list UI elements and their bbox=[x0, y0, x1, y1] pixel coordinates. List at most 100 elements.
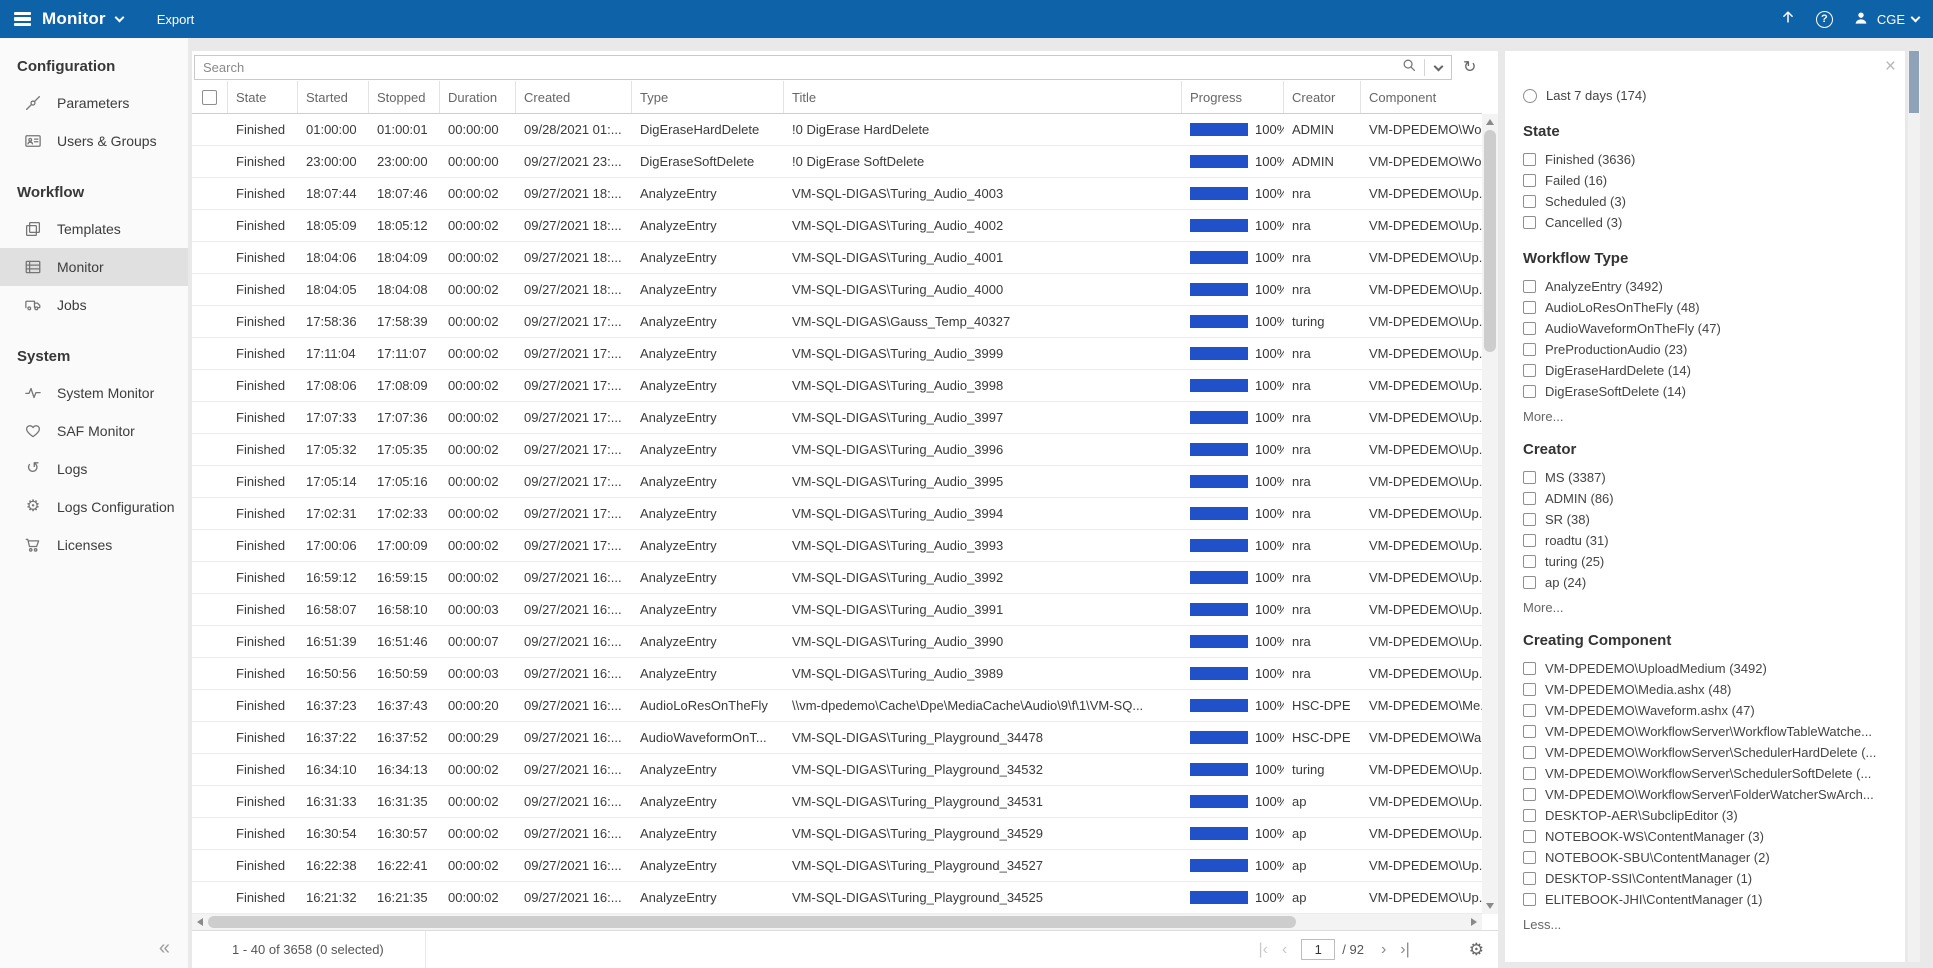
table-row[interactable]: Finished 16:37:22 16:37:52 00:00:29 09/2… bbox=[192, 722, 1482, 754]
table-row[interactable]: Finished 16:59:12 16:59:15 00:00:02 09/2… bbox=[192, 562, 1482, 594]
table-row[interactable]: Finished 16:58:07 16:58:10 00:00:03 09/2… bbox=[192, 594, 1482, 626]
filter-option[interactable]: DESKTOP-SSI\ContentManager (1) bbox=[1523, 868, 1891, 889]
table-row[interactable]: Finished 18:05:09 18:05:12 00:00:02 09/2… bbox=[192, 210, 1482, 242]
checkbox-icon[interactable] bbox=[1523, 492, 1536, 505]
column-header-type[interactable]: Type bbox=[632, 81, 784, 113]
horizontal-scrollbar[interactable] bbox=[192, 914, 1482, 930]
horizontal-scrollbar-thumb[interactable] bbox=[208, 916, 1296, 928]
next-page-button[interactable]: › bbox=[1381, 942, 1386, 958]
scroll-left-arrow-icon[interactable] bbox=[197, 918, 203, 926]
scroll-up-arrow-icon[interactable] bbox=[1486, 119, 1494, 125]
scroll-down-arrow-icon[interactable] bbox=[1486, 903, 1494, 909]
filter-option[interactable]: VM-DPEDEMO\Media.ashx (48) bbox=[1523, 679, 1891, 700]
sidebar-item-logs[interactable]: ↺ Logs bbox=[0, 450, 188, 488]
scroll-right-arrow-icon[interactable] bbox=[1471, 918, 1477, 926]
refresh-icon[interactable]: ↻ bbox=[1463, 60, 1476, 76]
column-header-component[interactable]: Component bbox=[1361, 81, 1482, 113]
sidebar-item-templates[interactable]: Templates bbox=[0, 210, 188, 248]
column-header-duration[interactable]: Duration bbox=[440, 81, 516, 113]
vertical-scrollbar-thumb[interactable] bbox=[1484, 130, 1496, 352]
select-all-checkbox[interactable] bbox=[202, 90, 217, 105]
filter-more-link[interactable]: More... bbox=[1523, 600, 1891, 615]
filter-option[interactable]: PreProductionAudio (23) bbox=[1523, 339, 1891, 360]
checkbox-icon[interactable] bbox=[1523, 767, 1536, 780]
filter-option[interactable]: DigEraseHardDelete (14) bbox=[1523, 360, 1891, 381]
checkbox-icon[interactable] bbox=[1523, 153, 1536, 166]
filter-panel-scrollbar[interactable] bbox=[1908, 51, 1920, 962]
column-header-state[interactable]: State bbox=[228, 81, 298, 113]
radio-icon[interactable] bbox=[1523, 89, 1537, 103]
filter-option[interactable]: ADMIN (86) bbox=[1523, 488, 1891, 509]
search-options-chevron-icon[interactable] bbox=[1434, 61, 1444, 71]
checkbox-icon[interactable] bbox=[1523, 471, 1536, 484]
filter-less-link[interactable]: Less... bbox=[1523, 917, 1891, 932]
sidebar-item-saf-monitor[interactable]: SAF Monitor bbox=[0, 412, 188, 450]
table-row[interactable]: Finished 16:50:56 16:50:59 00:00:03 09/2… bbox=[192, 658, 1482, 690]
checkbox-icon[interactable] bbox=[1523, 683, 1536, 696]
sidebar-item-monitor[interactable]: Monitor bbox=[0, 248, 188, 286]
checkbox-icon[interactable] bbox=[1523, 851, 1536, 864]
checkbox-icon[interactable] bbox=[1523, 576, 1536, 589]
filter-option[interactable]: ELITEBOOK-JHI\ContentManager (1) bbox=[1523, 889, 1891, 910]
filter-option[interactable]: AnalyzeEntry (3492) bbox=[1523, 276, 1891, 297]
column-header-progress[interactable]: Progress bbox=[1182, 81, 1284, 113]
filter-option[interactable]: ap (24) bbox=[1523, 572, 1891, 593]
table-row[interactable]: Finished 17:58:36 17:58:39 00:00:02 09/2… bbox=[192, 306, 1482, 338]
search-input[interactable] bbox=[195, 60, 1401, 75]
search-icon[interactable] bbox=[1401, 57, 1418, 79]
table-row[interactable]: Finished 16:34:10 16:34:13 00:00:02 09/2… bbox=[192, 754, 1482, 786]
filter-option[interactable]: VM-DPEDEMO\Waveform.ashx (47) bbox=[1523, 700, 1891, 721]
column-header-created[interactable]: Created bbox=[516, 81, 632, 113]
checkbox-icon[interactable] bbox=[1523, 725, 1536, 738]
sidebar-item-users-groups[interactable]: Users & Groups bbox=[0, 122, 188, 160]
close-icon[interactable]: × bbox=[1885, 57, 1896, 76]
table-row[interactable]: Finished 17:05:32 17:05:35 00:00:02 09/2… bbox=[192, 434, 1482, 466]
filter-option[interactable]: Cancelled (3) bbox=[1523, 212, 1891, 233]
filter-option[interactable]: VM-DPEDEMO\WorkflowServer\WorkflowTableW… bbox=[1523, 721, 1891, 742]
table-row[interactable]: Finished 16:21:32 16:21:35 00:00:02 09/2… bbox=[192, 882, 1482, 914]
filter-panel-scrollbar-thumb[interactable] bbox=[1909, 51, 1919, 113]
checkbox-icon[interactable] bbox=[1523, 872, 1536, 885]
checkbox-icon[interactable] bbox=[1523, 322, 1536, 335]
table-row[interactable]: Finished 01:00:00 01:00:01 00:00:00 09/2… bbox=[192, 114, 1482, 146]
checkbox-icon[interactable] bbox=[1523, 513, 1536, 526]
sidebar-item-logs-configuration[interactable]: ⚙ Logs Configuration bbox=[0, 488, 188, 526]
table-row[interactable]: Finished 18:04:06 18:04:09 00:00:02 09/2… bbox=[192, 242, 1482, 274]
app-title[interactable]: Monitor bbox=[42, 9, 106, 29]
column-header-creator[interactable]: Creator bbox=[1284, 81, 1361, 113]
filter-option[interactable]: roadtu (31) bbox=[1523, 530, 1891, 551]
table-row[interactable]: Finished 16:22:38 16:22:41 00:00:02 09/2… bbox=[192, 850, 1482, 882]
menu-export[interactable]: Export bbox=[157, 12, 195, 27]
sidebar-item-licenses[interactable]: Licenses bbox=[0, 526, 188, 564]
filter-option[interactable]: turing (25) bbox=[1523, 551, 1891, 572]
filter-option[interactable]: VM-DPEDEMO\WorkflowServer\FolderWatcherS… bbox=[1523, 784, 1891, 805]
column-header-stopped[interactable]: Stopped bbox=[369, 81, 440, 113]
table-row[interactable]: Finished 17:07:33 17:07:36 00:00:02 09/2… bbox=[192, 402, 1482, 434]
filter-option[interactable]: NOTEBOOK-WS\ContentManager (3) bbox=[1523, 826, 1891, 847]
column-header-title[interactable]: Title bbox=[784, 81, 1182, 113]
checkbox-icon[interactable] bbox=[1523, 195, 1536, 208]
sidebar-item-jobs[interactable]: Jobs bbox=[0, 286, 188, 324]
table-row[interactable]: Finished 17:00:06 17:00:09 00:00:02 09/2… bbox=[192, 530, 1482, 562]
filter-option[interactable]: VM-DPEDEMO\WorkflowServer\SchedulerSoftD… bbox=[1523, 763, 1891, 784]
checkbox-icon[interactable] bbox=[1523, 364, 1536, 377]
checkbox-icon[interactable] bbox=[1523, 343, 1536, 356]
filter-more-link[interactable]: More... bbox=[1523, 409, 1891, 424]
filter-option[interactable]: AudioLoResOnTheFly (48) bbox=[1523, 297, 1891, 318]
table-row[interactable]: Finished 16:30:54 16:30:57 00:00:02 09/2… bbox=[192, 818, 1482, 850]
first-page-button[interactable]: |‹ bbox=[1258, 942, 1267, 958]
sidebar-item-parameters[interactable]: Parameters bbox=[0, 84, 188, 122]
filter-option[interactable]: NOTEBOOK-SBU\ContentManager (2) bbox=[1523, 847, 1891, 868]
table-row[interactable]: Finished 16:31:33 16:31:35 00:00:02 09/2… bbox=[192, 786, 1482, 818]
table-row[interactable]: Finished 18:04:05 18:04:08 00:00:02 09/2… bbox=[192, 274, 1482, 306]
filter-option[interactable]: Scheduled (3) bbox=[1523, 191, 1891, 212]
table-row[interactable]: Finished 18:07:44 18:07:46 00:00:02 09/2… bbox=[192, 178, 1482, 210]
checkbox-icon[interactable] bbox=[1523, 385, 1536, 398]
table-row[interactable]: Finished 17:11:04 17:11:07 00:00:02 09/2… bbox=[192, 338, 1482, 370]
table-row[interactable]: Finished 16:37:23 16:37:43 00:00:20 09/2… bbox=[192, 690, 1482, 722]
checkbox-icon[interactable] bbox=[1523, 174, 1536, 187]
table-row[interactable]: Finished 17:08:06 17:08:09 00:00:02 09/2… bbox=[192, 370, 1482, 402]
checkbox-icon[interactable] bbox=[1523, 704, 1536, 717]
filter-option[interactable]: DigEraseSoftDelete (14) bbox=[1523, 381, 1891, 402]
filter-option[interactable]: Finished (3636) bbox=[1523, 149, 1891, 170]
